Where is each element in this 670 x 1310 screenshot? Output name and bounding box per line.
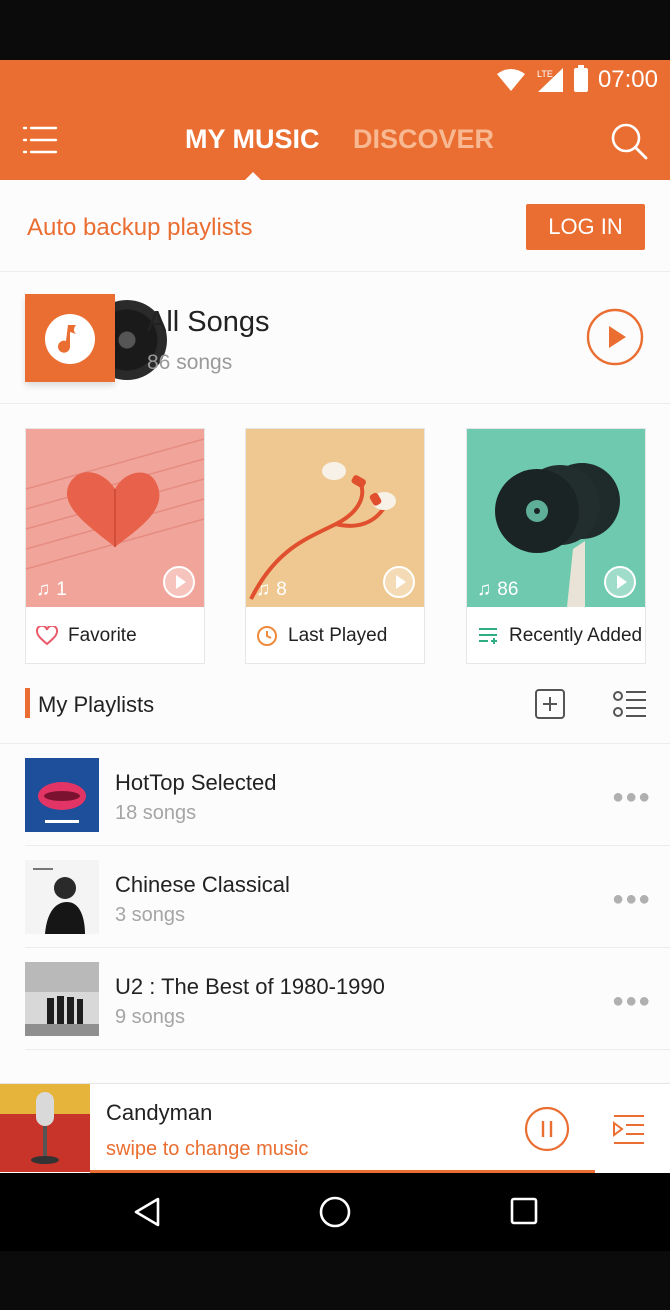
now-playing-hint: swipe to change music xyxy=(106,1138,309,1160)
now-playing-art xyxy=(0,1084,90,1172)
back-icon[interactable] xyxy=(132,1196,162,1228)
login-button[interactable]: LOG IN xyxy=(526,204,645,250)
playlist-thumb-hottop xyxy=(25,758,99,832)
playlist-count: 18 songs xyxy=(115,802,197,824)
more-options-icon[interactable]: ●●● xyxy=(612,990,651,1013)
recently-added-label: Recently Added xyxy=(509,625,643,646)
clock: 07:00 xyxy=(597,66,658,93)
my-playlists-title: My Playlists xyxy=(38,692,155,717)
playlist-count: 9 songs xyxy=(115,1006,186,1028)
wifi-icon xyxy=(496,69,525,91)
last-played-label-row: Last Played xyxy=(246,609,424,663)
add-playlist-icon[interactable] xyxy=(534,688,566,720)
svg-text:LTE: LTE xyxy=(537,69,553,79)
quick-cards: ♫ 1 Favorite ♫ 8 Last Played ♫ 86 Recent… xyxy=(0,428,670,664)
home-icon[interactable] xyxy=(318,1195,352,1229)
playlist-name: HotTop Selected xyxy=(115,770,277,795)
last-played-label: Last Played xyxy=(288,625,388,646)
play-recently-added-button[interactable] xyxy=(603,565,637,599)
heart-icon xyxy=(36,626,58,646)
backup-text: Auto backup playlists xyxy=(27,214,253,241)
card-favorite[interactable]: ♫ 1 Favorite xyxy=(25,428,205,664)
playlist-count: 3 songs xyxy=(115,904,186,926)
playlist-name: Chinese Classical xyxy=(115,872,290,897)
playlist-name: U2 : The Best of 1980-1990 xyxy=(115,974,385,999)
play-all-button[interactable] xyxy=(586,308,644,366)
clock-icon xyxy=(257,626,277,646)
recently-added-label-row: Recently Added xyxy=(467,609,645,663)
top-tabs: MY MUSIC DISCOVER xyxy=(0,120,670,164)
manage-playlists-icon[interactable] xyxy=(612,688,648,720)
tab-discover[interactable]: DISCOVER xyxy=(353,124,494,155)
divider xyxy=(25,1049,670,1050)
search-icon[interactable] xyxy=(610,122,648,160)
playlist-row[interactable]: U2 : The Best of 1980-1990 9 songs ●●● xyxy=(0,948,670,1050)
system-nav-bar xyxy=(0,1173,670,1251)
top-bezel xyxy=(0,0,670,60)
playlist-thumb-u2 xyxy=(25,962,99,1036)
backup-banner: Auto backup playlists LOG IN xyxy=(0,180,670,272)
last-played-song-count: ♫ 8 xyxy=(256,579,287,600)
playlist-row[interactable]: HotTop Selected 18 songs ●●● xyxy=(0,744,670,846)
more-options-icon[interactable]: ●●● xyxy=(612,888,651,911)
album-sleeve xyxy=(25,294,115,382)
playlist-row[interactable]: Chinese Classical 3 songs ●●● xyxy=(0,846,670,948)
favorite-song-count: ♫ 1 xyxy=(36,579,67,600)
recently-added-song-count: ♫ 86 xyxy=(477,579,519,600)
all-songs-count: 86 songs xyxy=(147,351,233,374)
play-queue-icon[interactable] xyxy=(612,1112,646,1146)
section-accent-bar xyxy=(25,688,30,718)
card-recently-added[interactable]: ♫ 86 Recently Added xyxy=(466,428,646,664)
music-note-icon: ♫ xyxy=(36,579,51,600)
recent-apps-icon[interactable] xyxy=(510,1197,538,1225)
all-songs-title: All Songs xyxy=(147,306,270,338)
favorite-label: Favorite xyxy=(68,625,137,646)
lte-signal-icon: LTE xyxy=(537,68,563,92)
bottom-bezel xyxy=(0,1251,670,1310)
more-options-icon[interactable]: ●●● xyxy=(612,786,651,809)
my-playlists-header: My Playlists xyxy=(0,680,670,744)
favorite-label-row: Favorite xyxy=(26,609,204,663)
all-songs-row[interactable]: All Songs 86 songs xyxy=(0,272,670,404)
music-note-icon: ♫ xyxy=(256,579,271,600)
battery-icon xyxy=(573,65,588,92)
music-note-icon: ♫ xyxy=(477,579,492,600)
pause-button[interactable] xyxy=(524,1106,570,1152)
card-last-played[interactable]: ♫ 8 Last Played xyxy=(245,428,425,664)
all-songs-album-art xyxy=(25,294,167,384)
main-content: Auto backup playlists LOG IN All Songs 8… xyxy=(0,180,670,1083)
tab-my-music[interactable]: MY MUSIC xyxy=(185,124,320,155)
play-favorite-button[interactable] xyxy=(162,565,196,599)
playlist-thumb-chinese-classical xyxy=(25,860,99,934)
status-bar: LTE 07:00 xyxy=(496,65,658,94)
play-last-played-button[interactable] xyxy=(382,565,416,599)
music-note-icon xyxy=(45,314,95,364)
now-playing-bar[interactable]: Candyman swipe to change music xyxy=(0,1083,670,1173)
now-playing-title: Candyman xyxy=(106,1100,213,1125)
recent-list-icon xyxy=(479,628,497,644)
